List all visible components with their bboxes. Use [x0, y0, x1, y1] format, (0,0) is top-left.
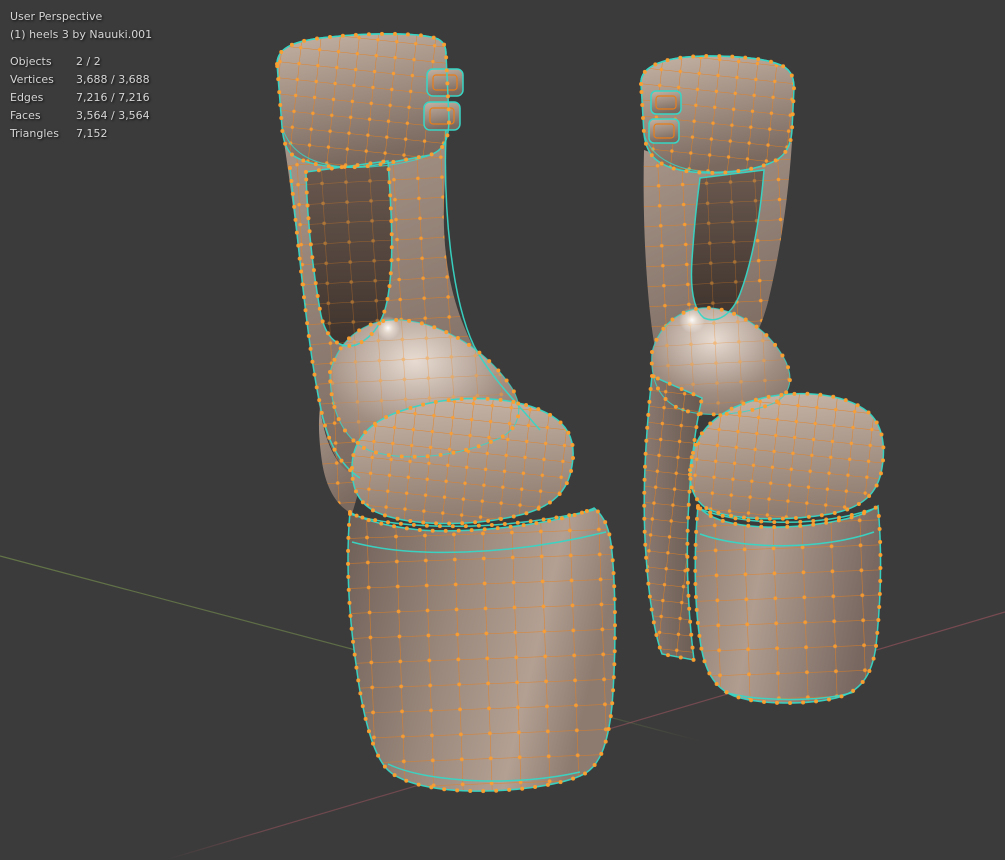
specular-highlight [679, 307, 705, 333]
stats-label: Vertices [10, 73, 54, 86]
stats-value: 2 / 2 [76, 55, 101, 68]
stats-value: 3,688 / 3,688 [76, 73, 150, 86]
stats-label: Faces [10, 109, 41, 122]
buckle-right-bottom [648, 118, 680, 144]
stats-label: Edges [10, 91, 44, 104]
stats-value: 3,564 / 3,564 [76, 109, 150, 122]
viewport-overlay-text: User Perspective (1) heels 3 by Nauuki.0… [10, 8, 152, 140]
buckle-right-top [650, 90, 682, 115]
blender-3d-viewport[interactable]: User Perspective (1) heels 3 by Nauuki.0… [0, 0, 1005, 860]
stats-label: Objects [10, 55, 52, 68]
stats-value: 7,216 / 7,216 [76, 91, 150, 104]
stats-value: 7,152 [76, 127, 108, 140]
active-object-label: (1) heels 3 by Nauuki.001 [10, 28, 153, 41]
mesh-object-right-heel[interactable] [638, 54, 886, 706]
buckle-left-bottom [423, 101, 461, 131]
stats-label: Triangles [10, 127, 59, 140]
scene-statistics: Objects 2 / 2 Vertices 3,688 / 3,688 Edg… [10, 55, 152, 140]
buckle-left-top [426, 68, 464, 97]
view-perspective-label: User Perspective [10, 10, 103, 23]
mesh-object-left-heel[interactable] [275, 31, 617, 794]
